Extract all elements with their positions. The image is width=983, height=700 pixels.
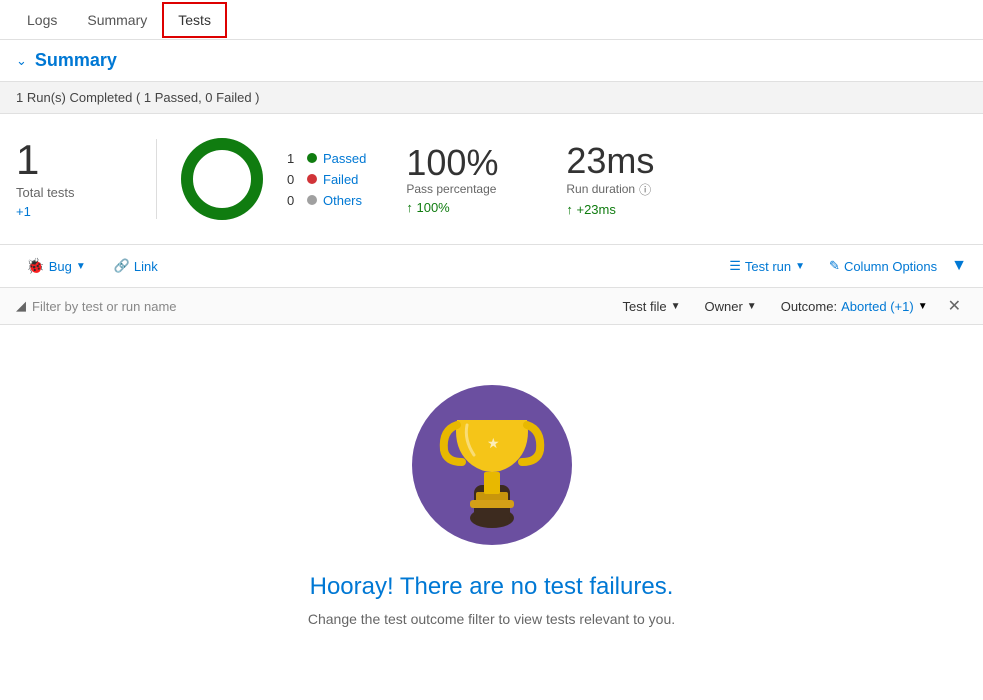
donut-chart xyxy=(177,134,267,224)
chart-legend: 1 Passed 0 Failed 0 Others xyxy=(287,151,366,208)
empty-heading: Hooray! There are no test failures. xyxy=(310,573,674,601)
empty-state: ★ Hooray! There are no test failures. Ch… xyxy=(0,325,983,667)
column-options-button[interactable]: ✎ Column Options xyxy=(819,254,947,278)
owner-dropdown[interactable]: Owner ▼ xyxy=(695,295,767,318)
legend-others: 0 Others xyxy=(287,193,366,208)
filter-placeholder: Filter by test or run name xyxy=(32,299,177,314)
total-tests-number: 1 xyxy=(16,139,136,181)
chevron-icon: ⌄ xyxy=(16,53,27,69)
summary-title: Summary xyxy=(35,50,117,71)
pass-pct-delta: ↑ 100% xyxy=(406,200,536,215)
failed-dot xyxy=(307,174,317,184)
toolbar-left: 🐞 Bug ▼ 🔗 Link xyxy=(16,253,719,279)
info-icon: ⓘ xyxy=(639,181,651,198)
filter-active-icon: ▼ xyxy=(951,257,967,275)
test-file-chevron-icon: ▼ xyxy=(671,301,681,312)
filter-dropdowns: Test file ▼ Owner ▼ Outcome: Aborted (+1… xyxy=(613,294,967,318)
total-tests-delta: +1 xyxy=(16,204,136,219)
duration-value: 23ms xyxy=(566,141,696,181)
others-dot xyxy=(307,195,317,205)
test-run-chevron-icon: ▼ xyxy=(795,261,805,272)
pass-pct-value: 100% xyxy=(406,143,536,183)
duration-delta: ↑ +23ms xyxy=(566,202,696,217)
tab-summary[interactable]: Summary xyxy=(72,3,162,37)
outcome-dropdown[interactable]: Outcome: Aborted (+1) ▼ xyxy=(771,295,938,318)
passed-label[interactable]: Passed xyxy=(323,151,366,166)
passed-dot xyxy=(307,153,317,163)
test-run-button[interactable]: ☰ Test run ▼ xyxy=(719,254,815,278)
run-info-bar: 1 Run(s) Completed ( 1 Passed, 0 Failed … xyxy=(0,82,983,114)
donut-svg xyxy=(177,134,267,224)
legend-count-others: 0 xyxy=(287,193,301,208)
bug-button[interactable]: 🐞 Bug ▼ xyxy=(16,253,96,279)
outcome-value-text: Aborted (+1) xyxy=(841,299,914,314)
pass-pct-delta-text: ↑ 100% xyxy=(406,200,449,215)
bug-icon: 🐞 xyxy=(26,257,45,275)
vertical-divider-1 xyxy=(156,139,157,219)
column-options-icon: ✎ xyxy=(829,258,840,274)
stats-row: 1 Total tests +1 1 Passed 0 Failed 0 Oth… xyxy=(0,114,983,245)
pass-pct-block: 100% Pass percentage ↑ 100% xyxy=(406,143,536,216)
legend-count-passed: 1 xyxy=(287,151,301,166)
duration-label: Run duration ⓘ xyxy=(566,181,696,198)
duration-delta-text: ↑ +23ms xyxy=(566,202,616,217)
tab-logs[interactable]: Logs xyxy=(12,3,72,37)
link-button[interactable]: 🔗 Link xyxy=(104,254,168,278)
run-info-text: 1 Run(s) Completed ( 1 Passed, 0 Failed … xyxy=(16,90,260,105)
trophy-circle: ★ xyxy=(412,385,572,545)
outcome-label-text: Outcome: xyxy=(781,299,837,314)
close-filter-button[interactable]: ✕ xyxy=(942,294,967,318)
filter-input-area[interactable]: ◢ Filter by test or run name xyxy=(16,298,605,314)
filter-bar: ◢ Filter by test or run name Test file ▼… xyxy=(0,288,983,325)
summary-header: ⌄ Summary xyxy=(0,40,983,82)
trophy-svg: ★ xyxy=(432,400,552,530)
legend-failed: 0 Failed xyxy=(287,172,366,187)
outcome-chevron-icon: ▼ xyxy=(918,301,928,312)
others-label[interactable]: Others xyxy=(323,193,362,208)
duration-block: 23ms Run duration ⓘ ↑ +23ms xyxy=(566,141,696,217)
legend-count-failed: 0 xyxy=(287,172,301,187)
failed-label[interactable]: Failed xyxy=(323,172,358,187)
total-tests-block: 1 Total tests +1 xyxy=(16,139,136,219)
owner-chevron-icon: ▼ xyxy=(747,301,757,312)
test-file-dropdown[interactable]: Test file ▼ xyxy=(613,295,691,318)
empty-subtext: Change the test outcome filter to view t… xyxy=(308,611,675,627)
toolbar-right: ☰ Test run ▼ ✎ Column Options ▼ xyxy=(719,254,967,278)
pass-pct-label: Pass percentage xyxy=(406,182,536,196)
bug-chevron-icon: ▼ xyxy=(76,261,86,272)
legend-passed: 1 Passed xyxy=(287,151,366,166)
top-tabs-bar: Logs Summary Tests xyxy=(0,0,983,40)
tab-tests[interactable]: Tests xyxy=(162,2,227,38)
total-tests-label: Total tests xyxy=(16,185,136,200)
toolbar: 🐞 Bug ▼ 🔗 Link ☰ Test run ▼ ✎ Column Opt… xyxy=(0,245,983,288)
link-icon: 🔗 xyxy=(114,258,130,274)
test-run-icon: ☰ xyxy=(729,258,741,274)
svg-text:★: ★ xyxy=(487,435,500,451)
filter-funnel-icon: ◢ xyxy=(16,298,26,314)
